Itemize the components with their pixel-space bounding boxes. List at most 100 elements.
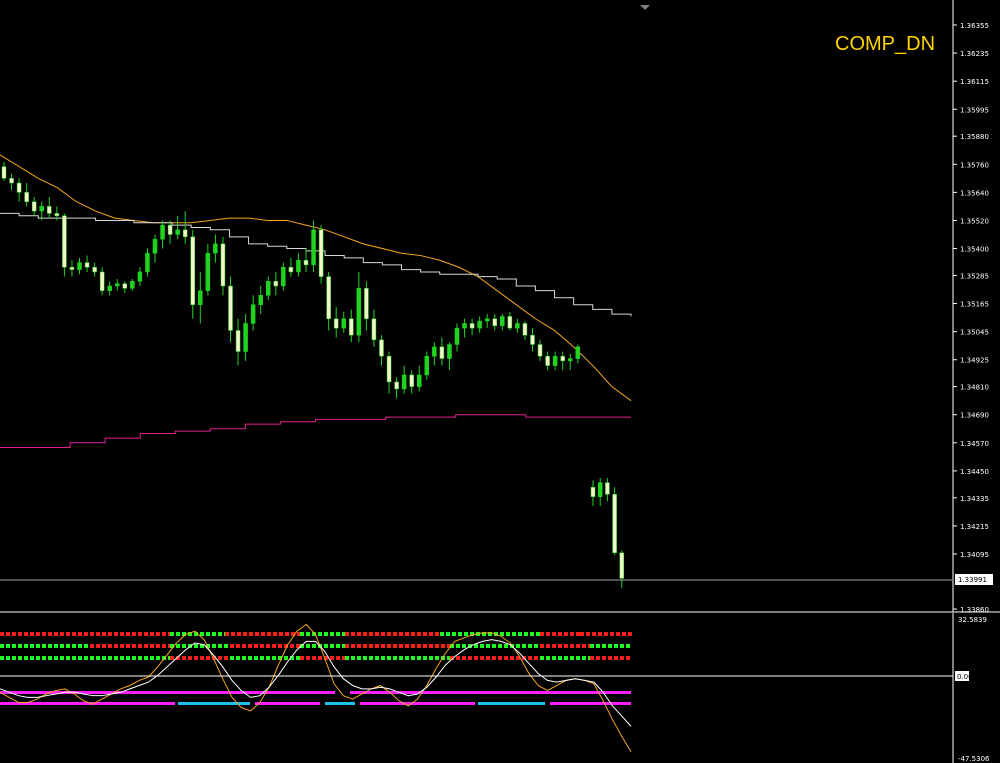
signal-dot [162, 644, 166, 648]
candle-body [612, 494, 617, 554]
signal-dot [570, 644, 574, 648]
candle-body [175, 229, 180, 235]
signal-dot [156, 656, 160, 660]
candle-body [311, 229, 316, 266]
signal-dot [194, 656, 198, 660]
signal-dot [249, 632, 253, 636]
signal-dot [552, 632, 556, 636]
candle-body [447, 344, 452, 359]
signal-dot [60, 644, 64, 648]
signal-dot [393, 644, 397, 648]
signal-dot [336, 644, 340, 648]
signal-dot [610, 632, 614, 636]
signal-dot [586, 632, 590, 636]
signal-dot [369, 632, 373, 636]
signal-dot [66, 632, 70, 636]
signal-dot [590, 656, 594, 660]
signal-dot [236, 644, 240, 648]
signal-dot [486, 644, 490, 648]
candle-body [401, 374, 407, 390]
band-magenta-line [0, 414, 631, 448]
signal-dot [626, 644, 630, 648]
candle-body [92, 267, 97, 273]
signal-dot [42, 632, 46, 636]
candle-body [107, 285, 112, 291]
signal-dot [456, 644, 460, 648]
signal-dot [357, 632, 361, 636]
signal-dot [182, 644, 186, 648]
signal-dot [273, 632, 277, 636]
signal-dot [54, 656, 58, 660]
signal-dot [84, 632, 88, 636]
signal-dot [564, 632, 568, 636]
signal-dot [345, 644, 349, 648]
price-tick-label: 1.34925 [960, 357, 989, 365]
signal-dot [194, 644, 198, 648]
signal-dot [423, 632, 427, 636]
price-tick-label: 1.33860 [960, 606, 989, 614]
signal-dot [369, 644, 373, 648]
signal-dot [224, 644, 228, 648]
signal-dot [54, 644, 58, 648]
signal-dot [580, 632, 584, 636]
signal-dot [516, 644, 520, 648]
signal-dot [528, 656, 532, 660]
signal-dot [357, 656, 361, 660]
signal-dot [456, 656, 460, 660]
signal-dot [96, 644, 100, 648]
candle-body [575, 346, 581, 359]
signal-dot [351, 632, 355, 636]
signal-dot [108, 656, 112, 660]
candle-body [590, 487, 596, 497]
price-tick-label: 1.34335 [960, 495, 989, 503]
oscillator-min-label: -47.5306 [958, 755, 990, 763]
signal-dot [604, 632, 608, 636]
candle-body [122, 283, 128, 289]
signal-dot [608, 656, 612, 660]
signal-dot [381, 656, 385, 660]
trend-bar-segment [360, 702, 475, 705]
signal-dot [24, 656, 28, 660]
signal-dot [156, 632, 160, 636]
signal-dot [48, 644, 52, 648]
signal-dot [628, 632, 632, 636]
signal-dot [417, 632, 421, 636]
signal-dot [24, 644, 28, 648]
candle-body [47, 206, 52, 214]
candle-body [492, 318, 497, 327]
signal-dot [267, 632, 271, 636]
signal-dot [18, 656, 22, 660]
signal-dot [504, 644, 508, 648]
signal-dot [114, 632, 118, 636]
candle-body [424, 355, 430, 376]
signal-dot [318, 656, 322, 660]
signal-dot [260, 656, 264, 660]
candle-body [469, 323, 475, 329]
signal-dot [592, 632, 596, 636]
signal-dot [248, 656, 252, 660]
signal-dot [336, 656, 340, 660]
signal-dot [230, 644, 234, 648]
signal-dot [570, 656, 574, 660]
chart-shift-marker-icon[interactable] [640, 5, 650, 10]
candle-body [152, 238, 158, 254]
signal-dot [279, 632, 283, 636]
signal-dot [492, 656, 496, 660]
signal-dot [12, 644, 16, 648]
signal-dot [48, 632, 52, 636]
signal-dot [582, 644, 586, 648]
signal-dot [512, 632, 516, 636]
trend-bar-segment [550, 702, 631, 705]
signal-dot [440, 632, 444, 636]
signal-dot [363, 656, 367, 660]
signal-dot [78, 656, 82, 660]
candle-body [228, 285, 233, 331]
signal-dot [224, 656, 228, 660]
signal-dot [546, 632, 550, 636]
signal-dot [102, 632, 106, 636]
candle-body [568, 358, 573, 362]
signal-dot [330, 632, 334, 636]
signal-dot [399, 632, 403, 636]
signal-dot [30, 644, 34, 648]
signal-dot [182, 656, 186, 660]
